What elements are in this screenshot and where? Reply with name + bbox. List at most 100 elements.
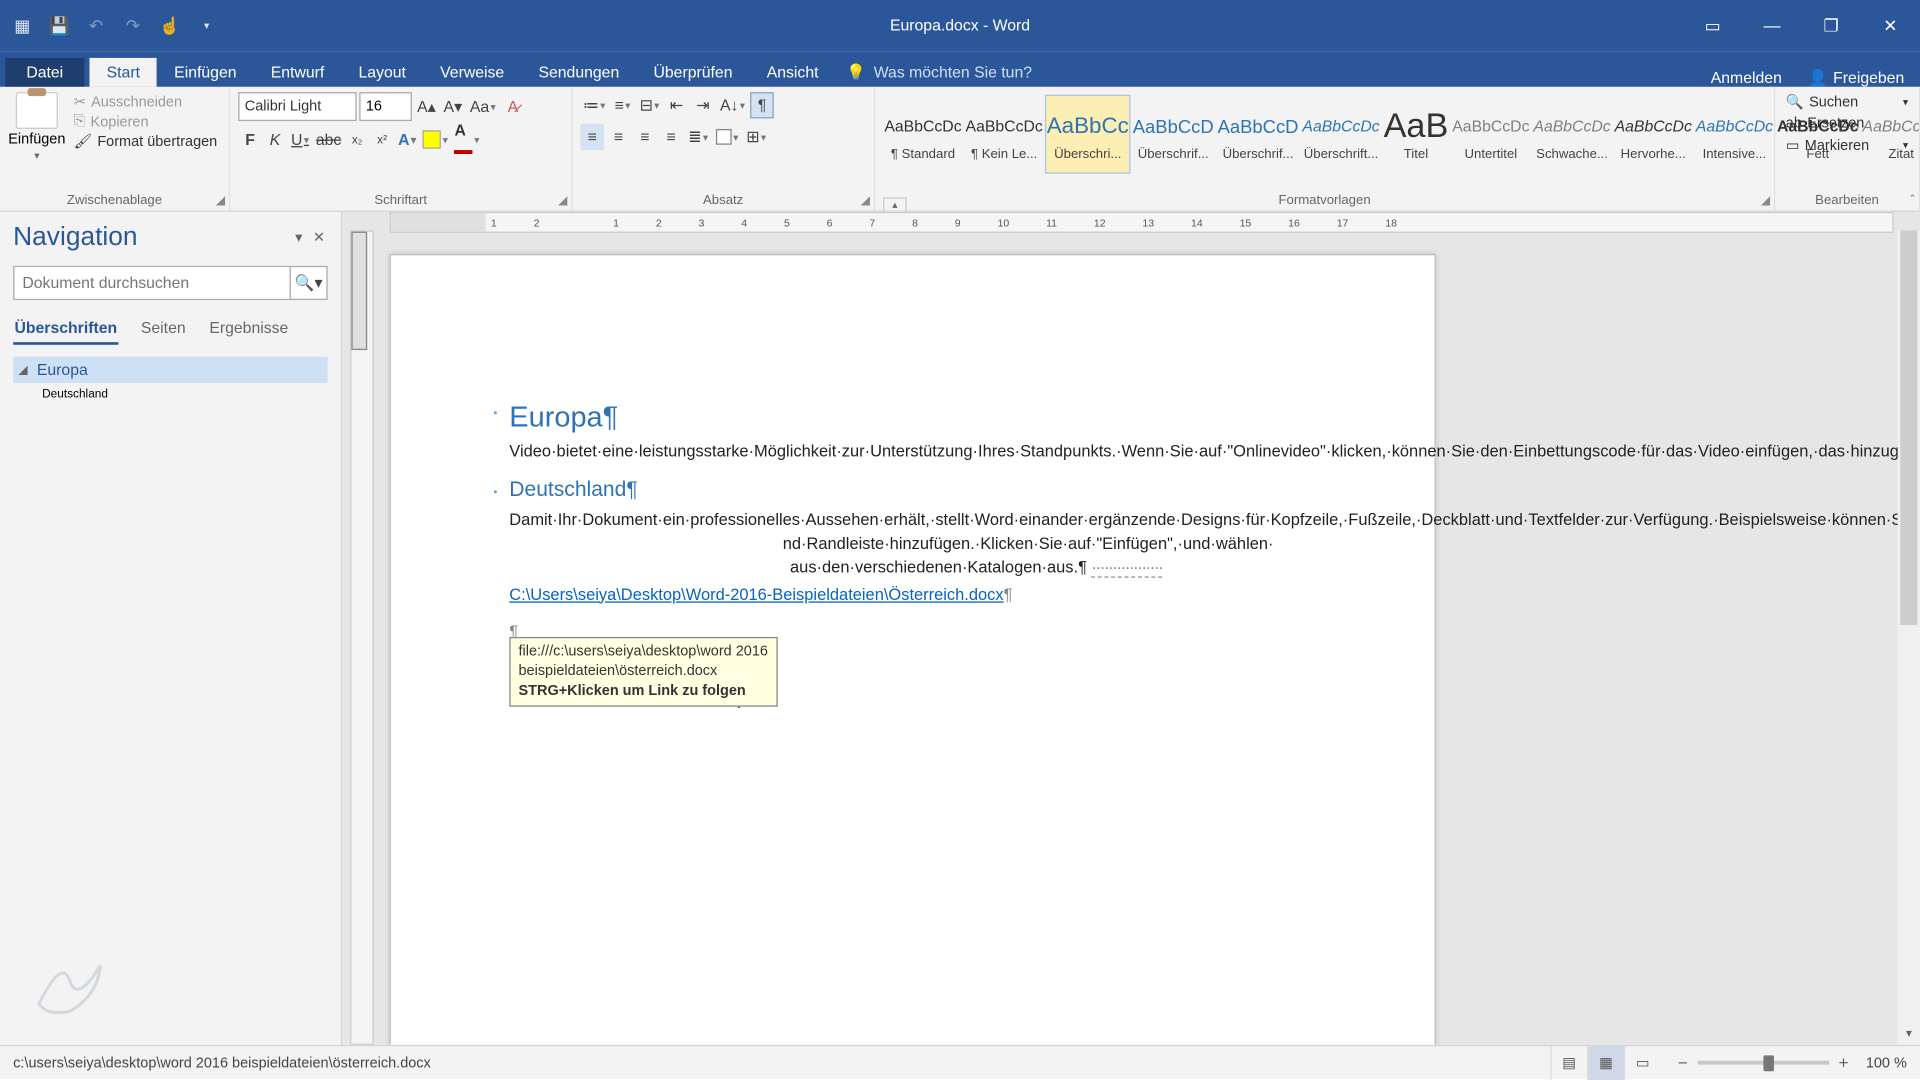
- dialog-launcher-icon[interactable]: ◢: [216, 193, 225, 207]
- bold-button[interactable]: F: [238, 126, 262, 152]
- view-read-button[interactable]: ▤: [1550, 1046, 1587, 1080]
- line-spacing-button[interactable]: ≣: [686, 124, 711, 150]
- zoom-level[interactable]: 100 %: [1866, 1055, 1907, 1071]
- search-icon[interactable]: 🔍▾: [290, 267, 327, 299]
- save-icon[interactable]: 💾: [45, 11, 74, 40]
- nav-item-europa[interactable]: ◢Europa: [13, 357, 328, 383]
- tab-mailings[interactable]: Sendungen: [521, 58, 636, 87]
- change-case-button[interactable]: Aa: [467, 93, 498, 119]
- redo-icon[interactable]: ↷: [118, 11, 147, 40]
- minimize-button[interactable]: —: [1742, 0, 1801, 51]
- tab-insert[interactable]: Einfügen: [157, 58, 254, 87]
- align-left-button[interactable]: ≡: [580, 124, 604, 150]
- nav-close-icon[interactable]: ✕: [310, 226, 327, 248]
- style-item[interactable]: AaBbCcÜberschri...: [1045, 95, 1130, 174]
- style-item[interactable]: AаBTitel: [1382, 95, 1449, 174]
- style-item[interactable]: AaBbCcDcÜberschrift...: [1301, 95, 1381, 174]
- find-button[interactable]: 🔍Suchen▾: [1783, 92, 1911, 112]
- dialog-launcher-icon[interactable]: ◢: [558, 193, 567, 207]
- text-effects-button[interactable]: A: [395, 126, 419, 152]
- tab-references[interactable]: Verweise: [423, 58, 521, 87]
- zoom-slider-handle[interactable]: [1763, 1055, 1774, 1071]
- scrollbar-vertical[interactable]: ▴ ▾: [1898, 230, 1920, 1045]
- style-item[interactable]: AaBbCcDÜberschrif...: [1131, 95, 1215, 174]
- style-item[interactable]: AaBbCcDcUntertitel: [1451, 95, 1531, 174]
- replace-button[interactable]: abErsetzen: [1783, 114, 1911, 132]
- style-item[interactable]: AaBbCcDc¶ Standard: [883, 95, 963, 174]
- multilevel-button[interactable]: ⊟: [637, 92, 662, 118]
- cut-button[interactable]: ✂Ausschneiden: [71, 92, 220, 112]
- nav-item-deutschland[interactable]: Deutschland: [13, 383, 328, 404]
- ruler-vertical[interactable]: [350, 230, 374, 1045]
- ruler-horizontal[interactable]: 12123456789101112131415161718: [390, 212, 1894, 233]
- shrink-font-button[interactable]: A▾: [441, 93, 465, 119]
- document-page[interactable]: Europa¶ Video·bietet·eine·leistungsstark…: [390, 254, 1436, 1045]
- style-item[interactable]: AaBbCcDc¶ Kein Le...: [964, 95, 1044, 174]
- collapse-ribbon-icon[interactable]: ˆ: [1910, 193, 1914, 207]
- nav-tab-pages[interactable]: Seiten: [140, 313, 187, 345]
- show-marks-button[interactable]: ¶: [750, 92, 774, 118]
- tab-home[interactable]: Start: [90, 58, 158, 87]
- numbering-button[interactable]: ≡: [611, 92, 635, 118]
- qat-customize-icon[interactable]: ▾: [192, 11, 221, 40]
- view-print-button[interactable]: ▦: [1587, 1046, 1624, 1080]
- justify-button[interactable]: ≡: [659, 124, 683, 150]
- ribbon-display-icon[interactable]: ▭: [1683, 0, 1742, 51]
- view-web-button[interactable]: ▭: [1624, 1046, 1661, 1080]
- scrollbar-thumb[interactable]: [1900, 230, 1917, 625]
- copy-button[interactable]: ⎘Kopieren: [71, 112, 220, 132]
- touch-mode-icon[interactable]: ☝: [155, 11, 184, 40]
- subscript-button[interactable]: x₂: [345, 126, 369, 152]
- strike-button[interactable]: abc: [313, 126, 344, 152]
- nav-tab-results[interactable]: Ergebnisse: [208, 313, 290, 345]
- superscript-button[interactable]: x²: [370, 126, 394, 152]
- nav-tab-headings[interactable]: Überschriften: [13, 313, 118, 345]
- heading-europa[interactable]: Europa¶: [509, 400, 1316, 434]
- nav-dropdown-icon[interactable]: ▾: [292, 226, 305, 248]
- tab-file[interactable]: Datei: [5, 58, 84, 87]
- maximize-button[interactable]: ❐: [1802, 0, 1861, 51]
- signin-link[interactable]: Anmelden: [1711, 68, 1782, 86]
- share-button[interactable]: 👤Freigeben: [1808, 68, 1904, 86]
- tab-layout[interactable]: Layout: [341, 58, 423, 87]
- hyperlink[interactable]: C:\Users\seiya\Desktop\Word-2016-Beispie…: [509, 585, 1003, 603]
- font-name-input[interactable]: [238, 92, 356, 121]
- highlight-button[interactable]: [420, 126, 450, 152]
- style-item[interactable]: AaBbCcDcSchwache...: [1532, 95, 1612, 174]
- heading-deutschland[interactable]: Deutschland¶: [509, 479, 1316, 503]
- clear-formatting-button[interactable]: A̷: [501, 93, 525, 119]
- paragraph-1[interactable]: Video·bietet·eine·leistungsstarke·Möglic…: [509, 440, 1316, 464]
- zoom-out-button[interactable]: −: [1674, 1053, 1692, 1073]
- italic-button[interactable]: K: [263, 126, 287, 152]
- sort-button[interactable]: A↓: [717, 92, 747, 118]
- tab-design[interactable]: Entwurf: [254, 58, 342, 87]
- font-size-input[interactable]: [359, 92, 412, 121]
- underline-button[interactable]: U: [288, 126, 312, 152]
- nav-search-input[interactable]: [14, 267, 289, 299]
- bullets-button[interactable]: ≔: [580, 92, 608, 118]
- align-right-button[interactable]: ≡: [633, 124, 657, 150]
- nav-search[interactable]: 🔍▾: [13, 266, 328, 300]
- tab-view[interactable]: Ansicht: [750, 58, 836, 87]
- collapse-icon[interactable]: ◢: [18, 363, 31, 377]
- dialog-launcher-icon[interactable]: ◢: [861, 193, 870, 207]
- scroll-down-icon[interactable]: ▾: [1898, 1023, 1920, 1045]
- style-item[interactable]: AaBbCcDÜberschrif...: [1216, 95, 1300, 174]
- style-item[interactable]: AaBbCcDcHervorhe...: [1613, 95, 1693, 174]
- format-painter-button[interactable]: 🖌Format übertragen: [71, 132, 220, 152]
- select-button[interactable]: ▭Markieren▾: [1783, 136, 1911, 156]
- font-color-button[interactable]: A: [452, 126, 482, 152]
- grow-font-button[interactable]: A▴: [415, 93, 439, 119]
- dialog-launcher-icon[interactable]: ◢: [1761, 193, 1770, 207]
- undo-icon[interactable]: ↶: [82, 11, 111, 40]
- style-item[interactable]: AaBbCcDcIntensive...: [1694, 95, 1774, 174]
- close-button[interactable]: ✕: [1861, 0, 1920, 51]
- borders-button[interactable]: ⊞: [744, 124, 769, 150]
- increase-indent-button[interactable]: ⇥: [691, 92, 715, 118]
- paragraph-2[interactable]: Damit·Ihr·Dokument·ein·professionelles·A…: [509, 508, 1316, 580]
- zoom-in-button[interactable]: +: [1834, 1053, 1852, 1073]
- shading-button[interactable]: [713, 124, 741, 150]
- zoom-slider[interactable]: [1697, 1061, 1829, 1065]
- tell-me[interactable]: 💡Was möchten Sie tun?: [836, 58, 1043, 87]
- tab-review[interactable]: Überprüfen: [636, 58, 749, 87]
